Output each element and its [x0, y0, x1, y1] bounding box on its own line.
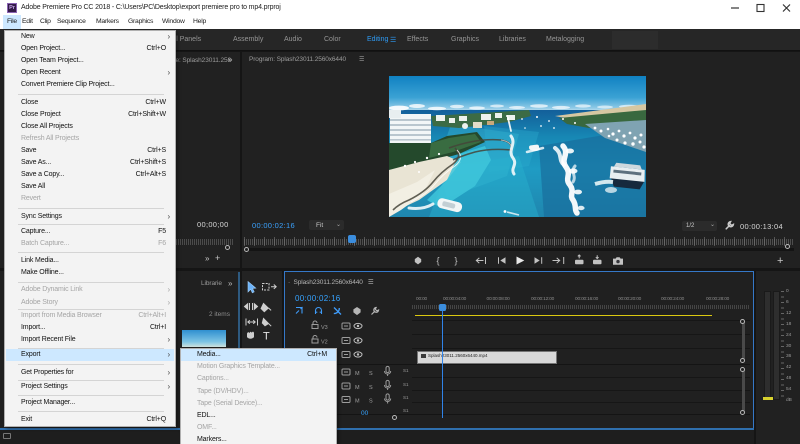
svg-text:V2: V2	[321, 340, 328, 346]
svg-text:V3: V3	[321, 325, 328, 331]
svg-text:M: M	[355, 371, 360, 377]
svg-text:}: }	[455, 256, 458, 266]
svg-text:S: S	[369, 385, 373, 391]
svg-text:T: T	[263, 331, 270, 343]
svg-text:M: M	[355, 385, 360, 391]
svg-text:{: {	[437, 256, 440, 266]
svg-text:S: S	[369, 371, 373, 377]
svg-text:M: M	[355, 399, 360, 405]
svg-text:S: S	[369, 399, 373, 405]
